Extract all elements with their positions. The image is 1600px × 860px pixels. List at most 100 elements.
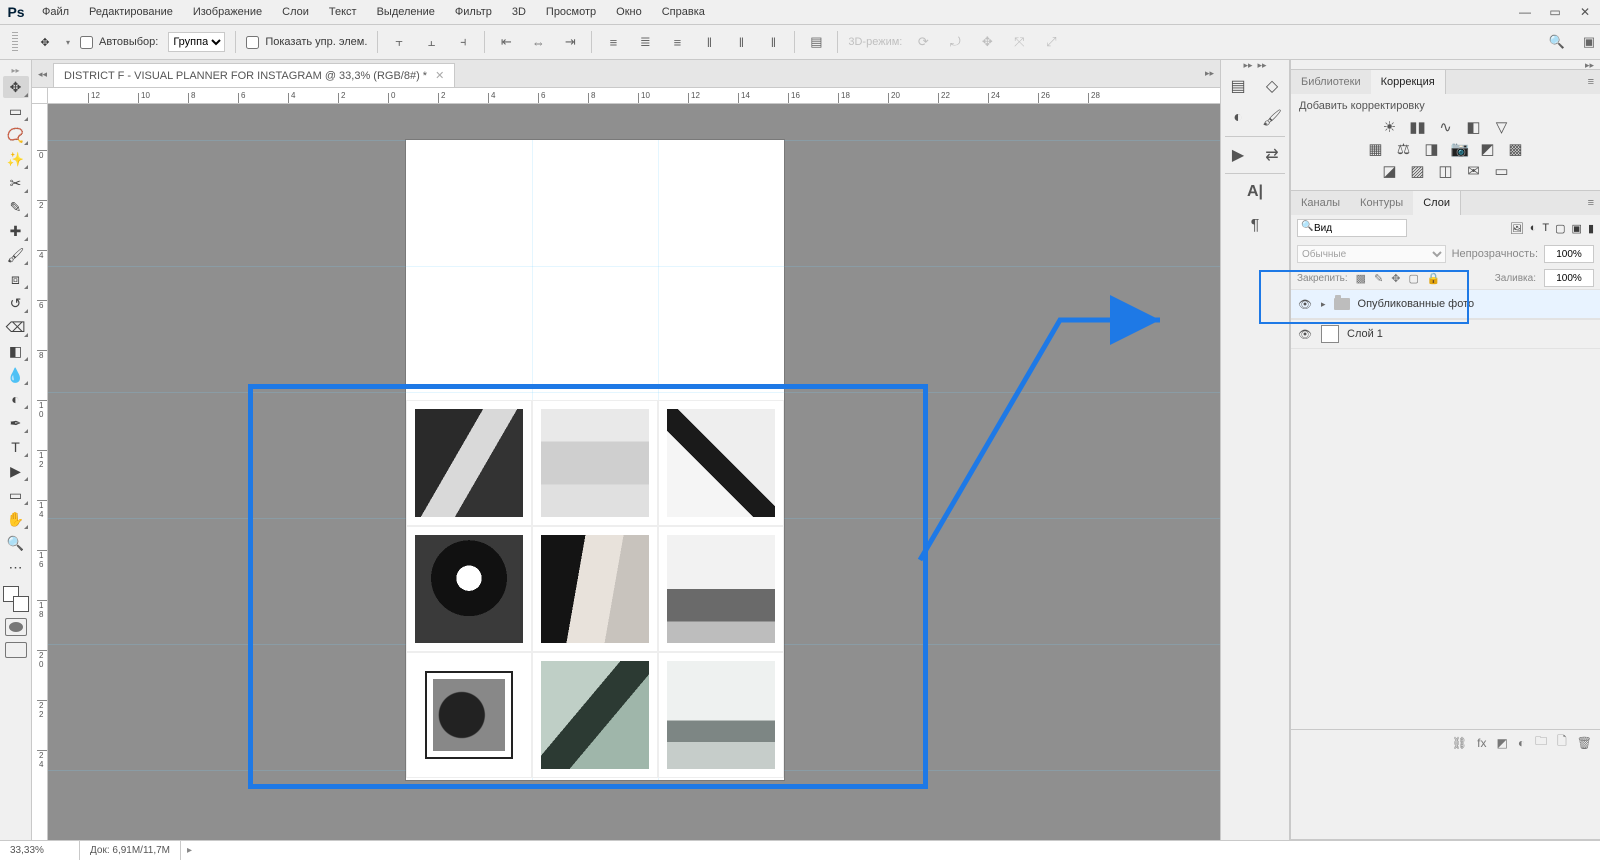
document-area[interactable]: 121086420246810121416182022242628 024681… (32, 88, 1220, 840)
visibility-toggle-icon[interactable]: 👁 (1297, 328, 1313, 341)
align-top-icon[interactable]: ⫟ (388, 31, 410, 53)
menu-text[interactable]: Текст (319, 6, 367, 18)
type-tool[interactable]: T (3, 436, 29, 458)
grid-photo[interactable] (411, 657, 527, 773)
dodge-tool[interactable]: ◐ (3, 388, 29, 410)
grid-photo[interactable] (411, 531, 527, 647)
link-layers-icon[interactable]: ⛓ (1452, 736, 1467, 750)
ruler-horizontal[interactable]: 121086420246810121416182022242628 (48, 88, 1220, 104)
menu-window[interactable]: Окно (606, 6, 652, 18)
align-vcenter-icon[interactable]: ⫠ (420, 31, 442, 53)
fill-value[interactable] (1544, 269, 1594, 287)
healing-tool[interactable]: ✚ (3, 220, 29, 242)
grid-photo[interactable] (663, 657, 779, 773)
shape-tool[interactable]: ▭ (3, 484, 29, 506)
tab-adjustments[interactable]: Коррекция (1371, 70, 1446, 94)
color-swatches[interactable] (3, 586, 29, 612)
opacity-value[interactable] (1544, 245, 1594, 263)
panel-menu-icon[interactable]: ≡ (1582, 197, 1600, 209)
quick-mask-icon[interactable] (5, 618, 27, 636)
tabbar-collapse-right-icon[interactable]: ▸▸ (1205, 68, 1214, 79)
adj-photo-filter-icon[interactable]: 📷 (1451, 140, 1469, 158)
eyedropper-tool[interactable]: ✎ (3, 196, 29, 218)
tab-channels[interactable]: Каналы (1291, 191, 1350, 215)
dist-right-icon[interactable]: ‖ (762, 31, 784, 53)
align-hcenter-icon[interactable]: ⇔ (527, 31, 549, 53)
workspace-switch-icon[interactable]: ▣ (1578, 31, 1600, 53)
layer-filter-kind[interactable] (1297, 219, 1407, 237)
grid-photo[interactable] (537, 405, 653, 521)
layer-thumbnail[interactable] (1321, 325, 1339, 343)
eraser-tool[interactable]: ⌫ (3, 316, 29, 338)
menu-view[interactable]: Просмотр (536, 6, 606, 18)
ruler-vertical[interactable]: 024681 01 21 41 61 82 02 22 4 (32, 104, 48, 840)
blend-mode-select[interactable]: Обычные (1297, 245, 1446, 263)
close-tab-icon[interactable]: ✕ (435, 69, 444, 82)
auto-align-icon[interactable]: ▤ (805, 31, 827, 53)
brush-tool[interactable]: 🖌 (3, 244, 29, 266)
layer-name[interactable]: Слой 1 (1347, 328, 1383, 340)
status-more-icon[interactable]: ▸ (181, 845, 198, 856)
edit-toolbar[interactable]: ⋯ (3, 556, 29, 578)
layer-name[interactable]: Опубликованные фото (1358, 298, 1475, 310)
status-docinfo[interactable]: Док: 6,91M/11,7M (80, 841, 181, 860)
dist-hcenter-icon[interactable]: ‖ (730, 31, 752, 53)
layer-row[interactable]: 👁 Слой 1 (1291, 319, 1600, 349)
window-maximize[interactable]: ▭ (1540, 0, 1570, 24)
lasso-tool[interactable]: 📿 (3, 124, 29, 146)
align-bottom-icon[interactable]: ⫞ (452, 31, 474, 53)
lock-all-icon[interactable]: 🔒 (1427, 272, 1441, 285)
menu-select[interactable]: Выделение (367, 6, 445, 18)
grid-photo[interactable] (663, 405, 779, 521)
panel-menu-icon[interactable]: ≡ (1582, 76, 1600, 88)
tab-layers[interactable]: Слои (1413, 191, 1461, 215)
zoom-tool[interactable]: 🔍 (3, 532, 29, 554)
grid-photo[interactable] (411, 405, 527, 521)
lock-artboard-icon[interactable]: ▢ (1409, 272, 1419, 285)
menu-edit[interactable]: Редактирование (79, 6, 183, 18)
lock-pixels-icon[interactable]: ▩ (1356, 272, 1366, 285)
adj-mixer-icon[interactable]: ◩ (1479, 140, 1497, 158)
properties-panel-icon[interactable]: ◇ (1262, 76, 1282, 96)
delete-layer-icon[interactable]: 🗑 (1577, 736, 1592, 750)
adj-invert-icon[interactable]: ◪ (1381, 162, 1399, 180)
adj-brightness-icon[interactable]: ☀ (1381, 118, 1399, 136)
tabbar-collapse-left-icon[interactable]: ◂◂ (38, 69, 47, 79)
marquee-tool[interactable]: ▭ (3, 100, 29, 122)
dist-vcenter-icon[interactable]: ≣ (634, 31, 656, 53)
adj-hue-icon[interactable]: ▦ (1367, 140, 1385, 158)
tab-paths[interactable]: Контуры (1350, 191, 1413, 215)
lock-paint-icon[interactable]: ✎ (1374, 272, 1383, 285)
filter-toggle-icon[interactable]: ▮ (1588, 222, 1594, 235)
filter-shape-icon[interactable]: ▢ (1555, 222, 1565, 235)
layer-row-group[interactable]: 👁 ▸ Опубликованные фото (1291, 289, 1600, 319)
actions-panel-icon[interactable]: ▶ (1228, 145, 1248, 165)
status-zoom[interactable]: 33,33% (0, 841, 80, 860)
align-right-icon[interactable]: ⇥ (559, 31, 581, 53)
adj-vibrance-icon[interactable]: ▽ (1493, 118, 1511, 136)
window-close[interactable]: ✕ (1570, 0, 1600, 24)
filter-smart-icon[interactable]: ▣ (1572, 222, 1582, 235)
gradient-tool[interactable]: ◧ (3, 340, 29, 362)
character-panel-icon[interactable]: A| (1245, 182, 1265, 202)
adj-levels-icon[interactable]: ▮▮ (1409, 118, 1427, 136)
expand-toggle-icon[interactable]: ▸ (1321, 299, 1326, 310)
adj-exposure-icon[interactable]: ◧ (1465, 118, 1483, 136)
menu-file[interactable]: Файл (32, 6, 79, 18)
tab-libraries[interactable]: Библиотеки (1291, 70, 1371, 94)
crop-tool[interactable]: ✂ (3, 172, 29, 194)
menu-3d[interactable]: 3D (502, 6, 536, 18)
autoselect-checkbox[interactable]: Автовыбор: (80, 36, 158, 49)
options-grip[interactable] (12, 32, 18, 52)
visibility-toggle-icon[interactable]: 👁 (1297, 298, 1313, 311)
stamp-tool[interactable]: ⧈ (3, 268, 29, 290)
menu-image[interactable]: Изображение (183, 6, 272, 18)
menu-filter[interactable]: Фильтр (445, 6, 502, 18)
artboard[interactable] (406, 140, 784, 780)
filter-type-icon[interactable]: T (1542, 222, 1549, 234)
document-tab[interactable]: DISTRICT F - VISUAL PLANNER FOR INSTAGRA… (53, 63, 455, 87)
magic-wand-tool[interactable]: ✨ (3, 148, 29, 170)
new-layer-icon[interactable]: 🗋 (1557, 732, 1567, 753)
adj-selective-icon[interactable]: ✉ (1465, 162, 1483, 180)
dist-left-icon[interactable]: ‖ (698, 31, 720, 53)
